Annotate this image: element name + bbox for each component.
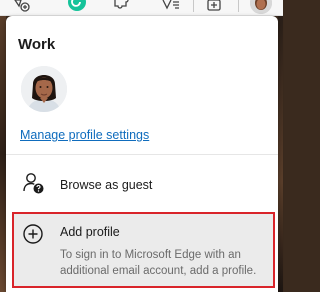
browse-as-guest-label: Browse as guest	[60, 178, 153, 192]
profile-avatar	[21, 66, 67, 112]
toolbar-divider	[193, 0, 194, 12]
manage-profile-settings-link[interactable]: Manage profile settings	[20, 128, 149, 142]
profile-avatar-icon[interactable]	[250, 0, 272, 14]
browser-toolbar	[0, 0, 283, 16]
favorites-icon[interactable]	[160, 0, 182, 15]
favorites-add-icon[interactable]	[12, 0, 32, 15]
toolbar-divider	[238, 0, 239, 12]
browse-as-guest-button[interactable]: Browse as guest	[6, 166, 278, 202]
divider	[6, 154, 278, 155]
page-background	[278, 16, 283, 292]
profile-flyout: Work Manage profile settings Browse as g…	[6, 16, 278, 292]
grammarly-icon[interactable]	[66, 0, 88, 15]
guest-icon	[22, 172, 44, 199]
add-profile-description: To sign in to Microsoft Edge with an add…	[60, 249, 257, 277]
add-profile-label: Add profile	[60, 225, 120, 239]
add-profile-button[interactable]: Add profile To sign in to Microsoft Edge…	[12, 212, 275, 288]
collections-icon[interactable]	[203, 0, 225, 15]
profile-name: Work	[18, 36, 56, 53]
extensions-icon[interactable]	[110, 0, 132, 15]
add-circle-icon	[22, 223, 44, 250]
